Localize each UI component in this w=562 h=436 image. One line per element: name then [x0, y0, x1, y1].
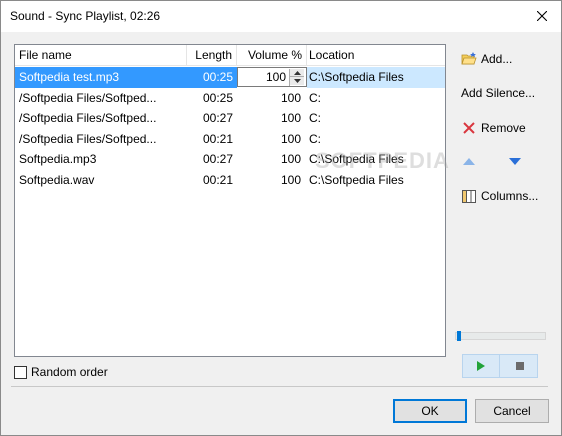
column-header-file-name[interactable]: File name: [15, 45, 187, 66]
ok-button[interactable]: OK: [393, 399, 467, 423]
arrow-down-icon: [509, 157, 521, 165]
folder-open-icon: [461, 51, 477, 67]
file-name-cell: Softpedia test.mp3: [15, 67, 187, 88]
volume-cell: 100: [280, 90, 301, 105]
volume-up-button[interactable]: [290, 69, 304, 77]
add-button[interactable]: Add...: [461, 48, 512, 70]
volume-spin: [289, 69, 304, 86]
random-order-checkbox[interactable]: Random order: [14, 364, 108, 380]
columns-button[interactable]: Columns...: [461, 185, 538, 207]
divider: [11, 386, 548, 387]
random-order-label: Random order: [31, 365, 108, 379]
table-header: File name Length Volume % Location: [15, 45, 445, 66]
length-cell: 00:25: [202, 90, 233, 105]
file-name-cell: Softpedia.mp3: [19, 152, 97, 166]
remove-button-label: Remove: [481, 121, 526, 135]
volume-stepper[interactable]: 100: [237, 67, 307, 87]
location-cell: C:: [309, 90, 321, 105]
file-name-cell: /Softpedia Files/Softped...: [19, 131, 157, 146]
column-header-length[interactable]: Length: [187, 45, 237, 66]
stop-icon: [515, 362, 524, 370]
move-down-button[interactable]: [507, 155, 523, 167]
table-row[interactable]: /Softpedia Files/Softped... 00:21 100 C:: [15, 129, 445, 150]
file-name-cell: Softpedia.wav: [19, 172, 95, 187]
column-header-volume[interactable]: Volume %: [237, 45, 307, 66]
length-cell: 00:27: [202, 152, 233, 166]
caret-down-icon: [293, 79, 301, 83]
caret-up-icon: [293, 70, 301, 75]
title-bar: Sound - Sync Playlist, 02:26: [1, 1, 561, 32]
table-row[interactable]: /Softpedia Files/Softped... 00:25 100 C:: [15, 88, 445, 109]
add-silence-button[interactable]: Add Silence...: [461, 82, 535, 104]
slider-thumb[interactable]: [457, 331, 461, 341]
playlist-table[interactable]: File name Length Volume % Location Softp…: [14, 44, 446, 357]
file-name-cell: /Softpedia Files/Softped...: [19, 90, 157, 105]
column-header-location[interactable]: Location: [307, 45, 445, 66]
columns-icon: [461, 188, 477, 204]
playback-position-slider[interactable]: [455, 331, 546, 341]
length-cell: 00:25: [187, 67, 237, 88]
columns-button-label: Columns...: [481, 189, 539, 203]
play-icon: [477, 361, 485, 371]
window-title: Sound - Sync Playlist, 02:26: [10, 9, 161, 23]
close-button[interactable]: [523, 1, 561, 31]
watermark: SOFTPEDIA: [315, 148, 450, 173]
table-row[interactable]: Softpedia test.mp3 00:25 100 C:\Softpedi…: [15, 67, 445, 88]
stop-button[interactable]: [501, 355, 538, 377]
volume-cell: 100: [237, 67, 307, 88]
close-icon: [537, 11, 547, 21]
arrow-up-icon: [463, 157, 475, 165]
file-name-cell: /Softpedia Files/Softped...: [19, 111, 157, 125]
dialog-window: Sound - Sync Playlist, 02:26 File name L…: [0, 0, 562, 436]
volume-cell: 100: [280, 131, 301, 146]
location-cell: C:: [309, 111, 321, 125]
location-cell: C:\Softpedia Files: [307, 67, 445, 88]
add-button-label: Add...: [481, 52, 513, 66]
play-button[interactable]: [463, 355, 500, 377]
move-up-button[interactable]: [461, 155, 477, 167]
cancel-button[interactable]: Cancel: [475, 399, 549, 423]
volume-cell: 100: [280, 111, 301, 125]
volume-cell: 100: [280, 172, 301, 187]
length-cell: 00:21: [202, 172, 233, 187]
location-cell: C:: [309, 131, 321, 146]
add-silence-button-label: Add Silence...: [461, 86, 536, 100]
length-cell: 00:27: [202, 111, 233, 125]
volume-cell: 100: [280, 152, 301, 166]
remove-button[interactable]: Remove: [461, 117, 526, 139]
table-row[interactable]: /Softpedia Files/Softped... 00:27 100 C:: [15, 108, 445, 129]
remove-icon: [461, 120, 477, 136]
length-cell: 00:21: [202, 131, 233, 146]
player-controls: [462, 354, 538, 378]
volume-down-button[interactable]: [290, 77, 304, 85]
volume-value: 100: [265, 70, 286, 84]
random-order-box[interactable]: [14, 365, 27, 379]
